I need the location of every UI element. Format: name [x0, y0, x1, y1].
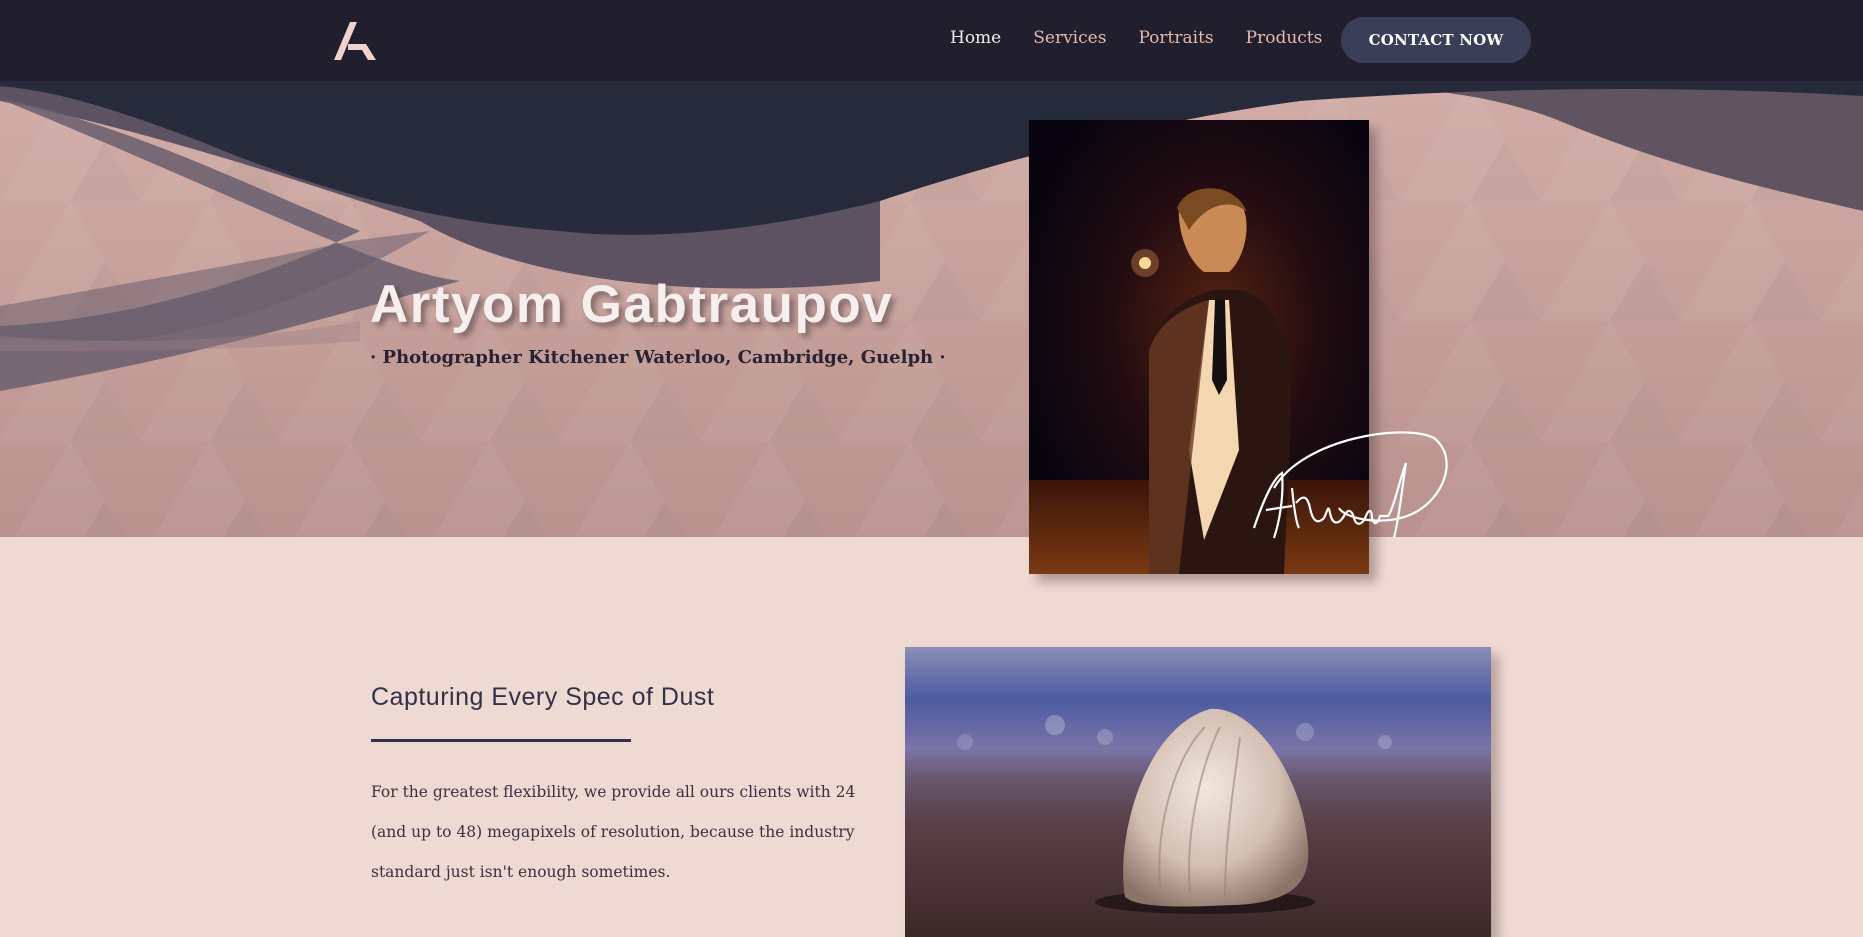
nav-link-products[interactable]: Products	[1246, 28, 1323, 48]
nav-link-services[interactable]: Services	[1033, 28, 1106, 48]
main-nav: Home Services Portraits Products	[950, 28, 1354, 48]
section-body-text: For the greatest flexibility, we provide…	[371, 783, 856, 881]
hero-banner: Artyom Gabtraupov · Photographer Kitchen…	[0, 81, 1863, 537]
nav-link-home[interactable]: Home	[950, 28, 1001, 48]
stylized-a-logo-icon[interactable]	[330, 18, 378, 62]
section-title: Capturing Every Spec of Dust	[371, 683, 715, 711]
contact-now-button[interactable]: CONTACT NOW	[1341, 17, 1531, 63]
top-navbar: Home Services Portraits Products CONTACT…	[0, 0, 1863, 81]
title-underline	[371, 739, 631, 742]
nav-link-portraits[interactable]: Portraits	[1138, 28, 1213, 48]
hero-wave-background	[0, 81, 1863, 537]
seashell-photo	[905, 647, 1491, 937]
signature-graphic	[1252, 431, 1448, 539]
hero-name-heading: Artyom Gabtraupov	[370, 275, 894, 334]
hero-tagline: · Photographer Kitchener Waterloo, Cambr…	[370, 347, 946, 368]
